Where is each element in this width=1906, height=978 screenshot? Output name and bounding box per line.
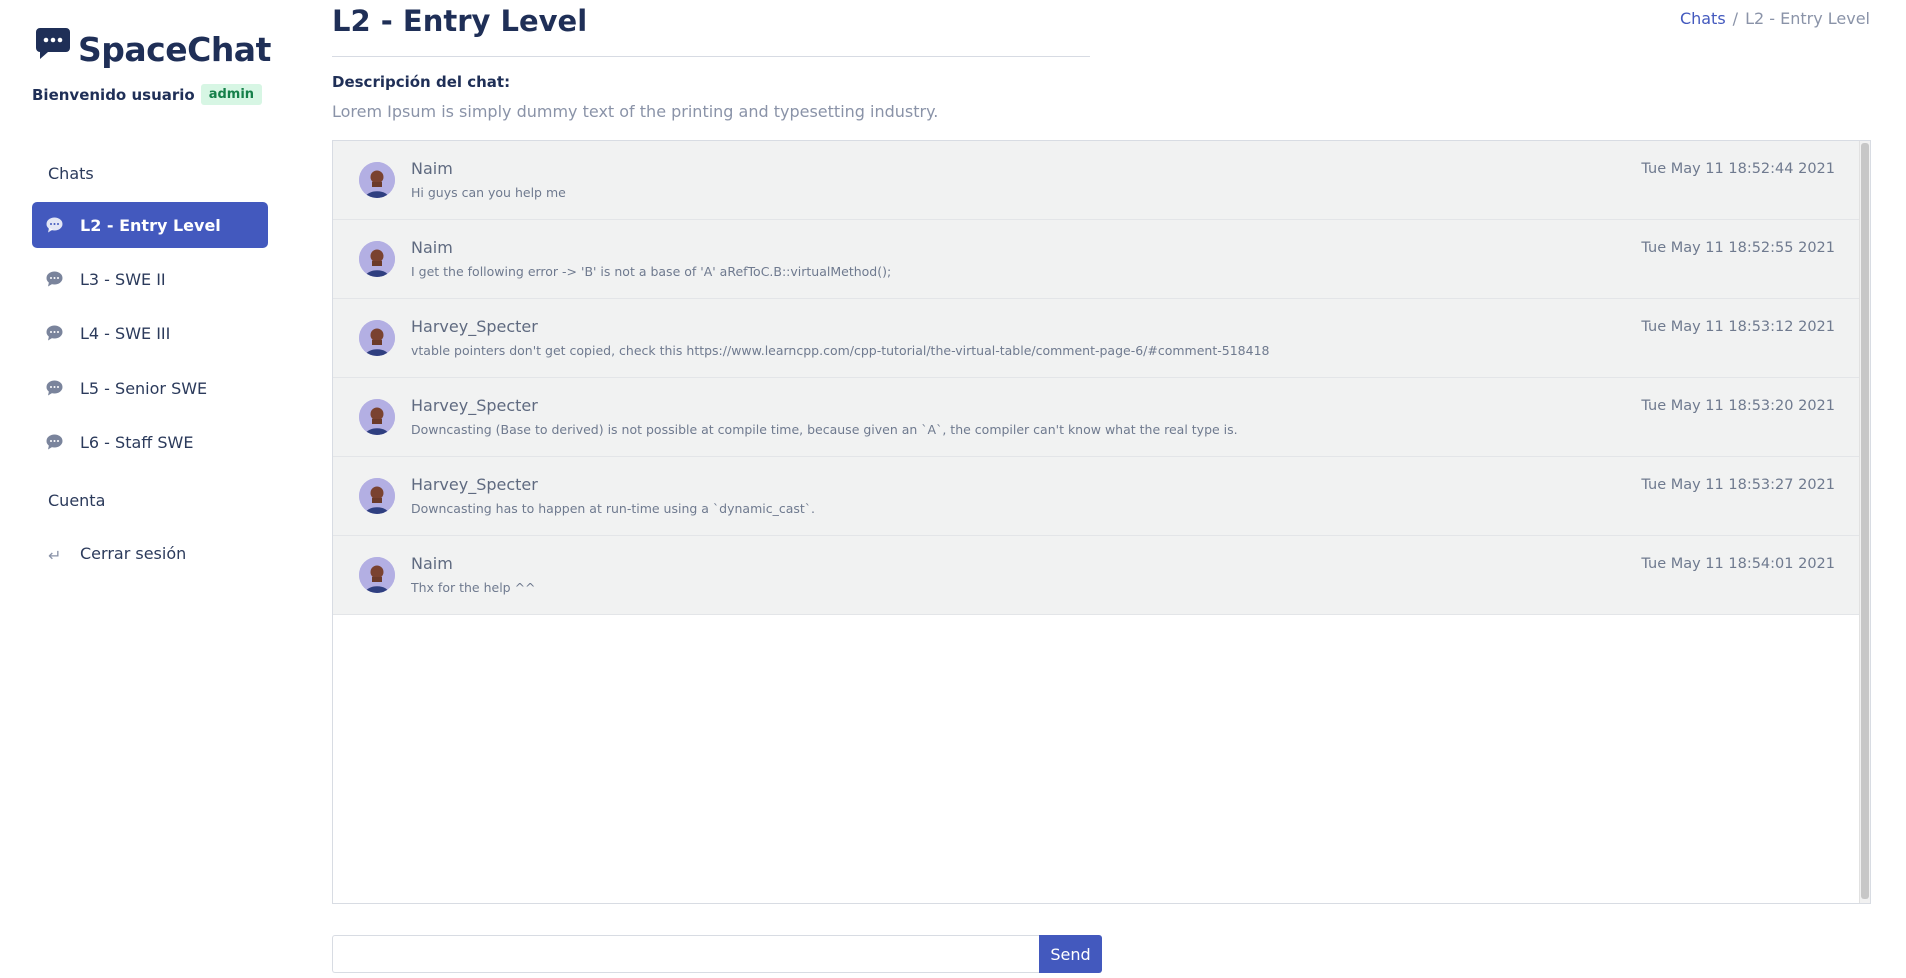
avatar	[359, 241, 395, 277]
sidebar-item-label: L3 - SWE II	[80, 269, 166, 289]
message-input[interactable]	[332, 935, 1039, 973]
message-author: Harvey_Specter	[411, 396, 538, 415]
message-composer: Send	[332, 935, 1102, 973]
breadcrumb-link-chats[interactable]: Chats	[1680, 9, 1726, 28]
message-timestamp: Tue May 11 18:52:55 2021	[1641, 240, 1835, 256]
message-timestamp: Tue May 11 18:53:12 2021	[1641, 319, 1835, 335]
sidebar-item-l6-staff-swe[interactable]: L6 - Staff SWE	[32, 419, 268, 465]
chats-section-label: Chats	[48, 164, 94, 183]
message-text: Downcasting (Base to derived) is not pos…	[411, 422, 1238, 437]
message-list-scrollbar[interactable]	[1859, 141, 1870, 903]
page-title: L2 - Entry Level	[332, 4, 588, 38]
message-author: Naim	[411, 159, 453, 178]
logout-label: Cerrar sesión	[80, 543, 187, 563]
role-badge: admin	[200, 84, 263, 105]
title-divider	[332, 56, 1090, 57]
chat-icon	[46, 434, 63, 450]
breadcrumb-separator: /	[1732, 9, 1739, 28]
welcome-message: Bienvenido usuario admin	[32, 84, 263, 105]
welcome-text: Bienvenido usuario	[32, 85, 195, 104]
scrollbar-thumb[interactable]	[1861, 143, 1869, 899]
sidebar-item-label: L4 - SWE III	[80, 323, 171, 343]
description-text: Lorem Ipsum is simply dummy text of the …	[332, 102, 939, 121]
message-timestamp: Tue May 11 18:54:01 2021	[1641, 556, 1835, 572]
message-author: Naim	[411, 554, 453, 573]
message-text: vtable pointers don't get copied, check …	[411, 343, 1270, 358]
chat-icon	[46, 380, 63, 396]
sidebar-item-l4-swe-iii[interactable]: L4 - SWE III	[32, 310, 268, 356]
logout-button[interactable]: ↵ Cerrar sesión	[32, 533, 268, 573]
chat-bubble-logo-icon	[36, 27, 70, 60]
sidebar-item-label: L5 - Senior SWE	[80, 378, 208, 398]
avatar	[359, 399, 395, 435]
message-text: Hi guys can you help me	[411, 185, 566, 200]
avatar	[359, 557, 395, 593]
sidebar-item-l5-senior-swe[interactable]: L5 - Senior SWE	[32, 365, 268, 411]
send-button[interactable]: Send	[1039, 935, 1102, 973]
chat-icon	[46, 271, 63, 287]
message-author: Harvey_Specter	[411, 317, 538, 336]
messages-container: Naim Hi guys can you help me Tue May 11 …	[333, 141, 1859, 615]
chat-icon	[46, 325, 63, 341]
message-item: Harvey_Specter Downcasting has to happen…	[333, 457, 1859, 536]
message-text: I get the following error -> 'B' is not …	[411, 264, 892, 279]
sidebar-item-l2-entry-level[interactable]: L2 - Entry Level	[32, 202, 268, 248]
breadcrumb-current: L2 - Entry Level	[1745, 9, 1870, 28]
message-author: Naim	[411, 238, 453, 257]
avatar	[359, 320, 395, 356]
message-timestamp: Tue May 11 18:52:44 2021	[1641, 161, 1835, 177]
message-item: Naim Thx for the help ^^ Tue May 11 18:5…	[333, 536, 1859, 615]
avatar	[359, 162, 395, 198]
message-text: Downcasting has to happen at run-time us…	[411, 501, 816, 516]
avatar	[359, 478, 395, 514]
message-item: Naim Hi guys can you help me Tue May 11 …	[333, 141, 1859, 220]
brand[interactable]: SpaceChat	[36, 27, 271, 69]
message-list[interactable]: Naim Hi guys can you help me Tue May 11 …	[332, 140, 1871, 904]
message-timestamp: Tue May 11 18:53:20 2021	[1641, 398, 1835, 414]
message-timestamp: Tue May 11 18:53:27 2021	[1641, 477, 1835, 493]
message-author: Harvey_Specter	[411, 475, 538, 494]
message-text: Thx for the help ^^	[411, 580, 536, 595]
account-section-label: Cuenta	[48, 491, 106, 510]
description-label: Descripción del chat:	[332, 73, 511, 91]
sidebar: SpaceChat Bienvenido usuario admin Chats…	[0, 0, 300, 978]
brand-title: SpaceChat	[78, 30, 271, 69]
sidebar-item-l3-swe-ii[interactable]: L3 - SWE II	[32, 256, 268, 302]
sidebar-item-label: L6 - Staff SWE	[80, 432, 194, 452]
chat-icon	[46, 217, 63, 233]
message-item: Naim I get the following error -> 'B' is…	[333, 220, 1859, 299]
message-item: Harvey_Specter vtable pointers don't get…	[333, 299, 1859, 378]
sidebar-item-label: L2 - Entry Level	[80, 215, 221, 235]
logout-return-icon: ↵	[48, 546, 62, 565]
message-item: Harvey_Specter Downcasting (Base to deri…	[333, 378, 1859, 457]
breadcrumb: Chats / L2 - Entry Level	[1680, 9, 1870, 28]
